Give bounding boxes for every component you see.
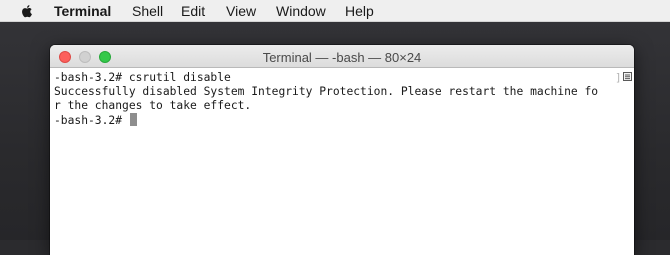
- menu-shell[interactable]: Shell: [132, 3, 163, 19]
- terminal-prompt: -bash-3.2#: [54, 114, 129, 127]
- menu-view[interactable]: View: [226, 3, 256, 19]
- terminal-line: -bash-3.2# csrutil disable: [54, 71, 231, 84]
- menu-bar: Terminal Shell Edit View Window Help: [0, 0, 670, 22]
- terminal-output: -bash-3.2# csrutil disable Successfully d…: [54, 71, 598, 127]
- menu-edit[interactable]: Edit: [181, 3, 205, 19]
- apple-icon[interactable]: [19, 3, 35, 19]
- menu-help[interactable]: Help: [345, 3, 374, 19]
- line-marker-icon: ]: [615, 71, 622, 84]
- window-title: Terminal — -bash — 80×24: [262, 50, 422, 65]
- terminal-prompt-line: -bash-3.2#: [54, 113, 598, 127]
- text-cursor: [129, 113, 137, 126]
- menu-window[interactable]: Window: [276, 3, 326, 19]
- scroll-marker-icon[interactable]: [623, 72, 632, 81]
- window-titlebar[interactable]: Terminal — -bash — 80×24: [50, 45, 634, 68]
- menu-app-name[interactable]: Terminal: [54, 3, 111, 19]
- terminal-line: Successfully disabled System Integrity P…: [54, 85, 599, 98]
- terminal-content[interactable]: -bash-3.2# csrutil disable Successfully d…: [50, 68, 634, 255]
- terminal-window: Terminal — -bash — 80×24 -bash-3.2# csru…: [50, 45, 634, 255]
- terminal-line: r the changes to take effect.: [54, 99, 252, 112]
